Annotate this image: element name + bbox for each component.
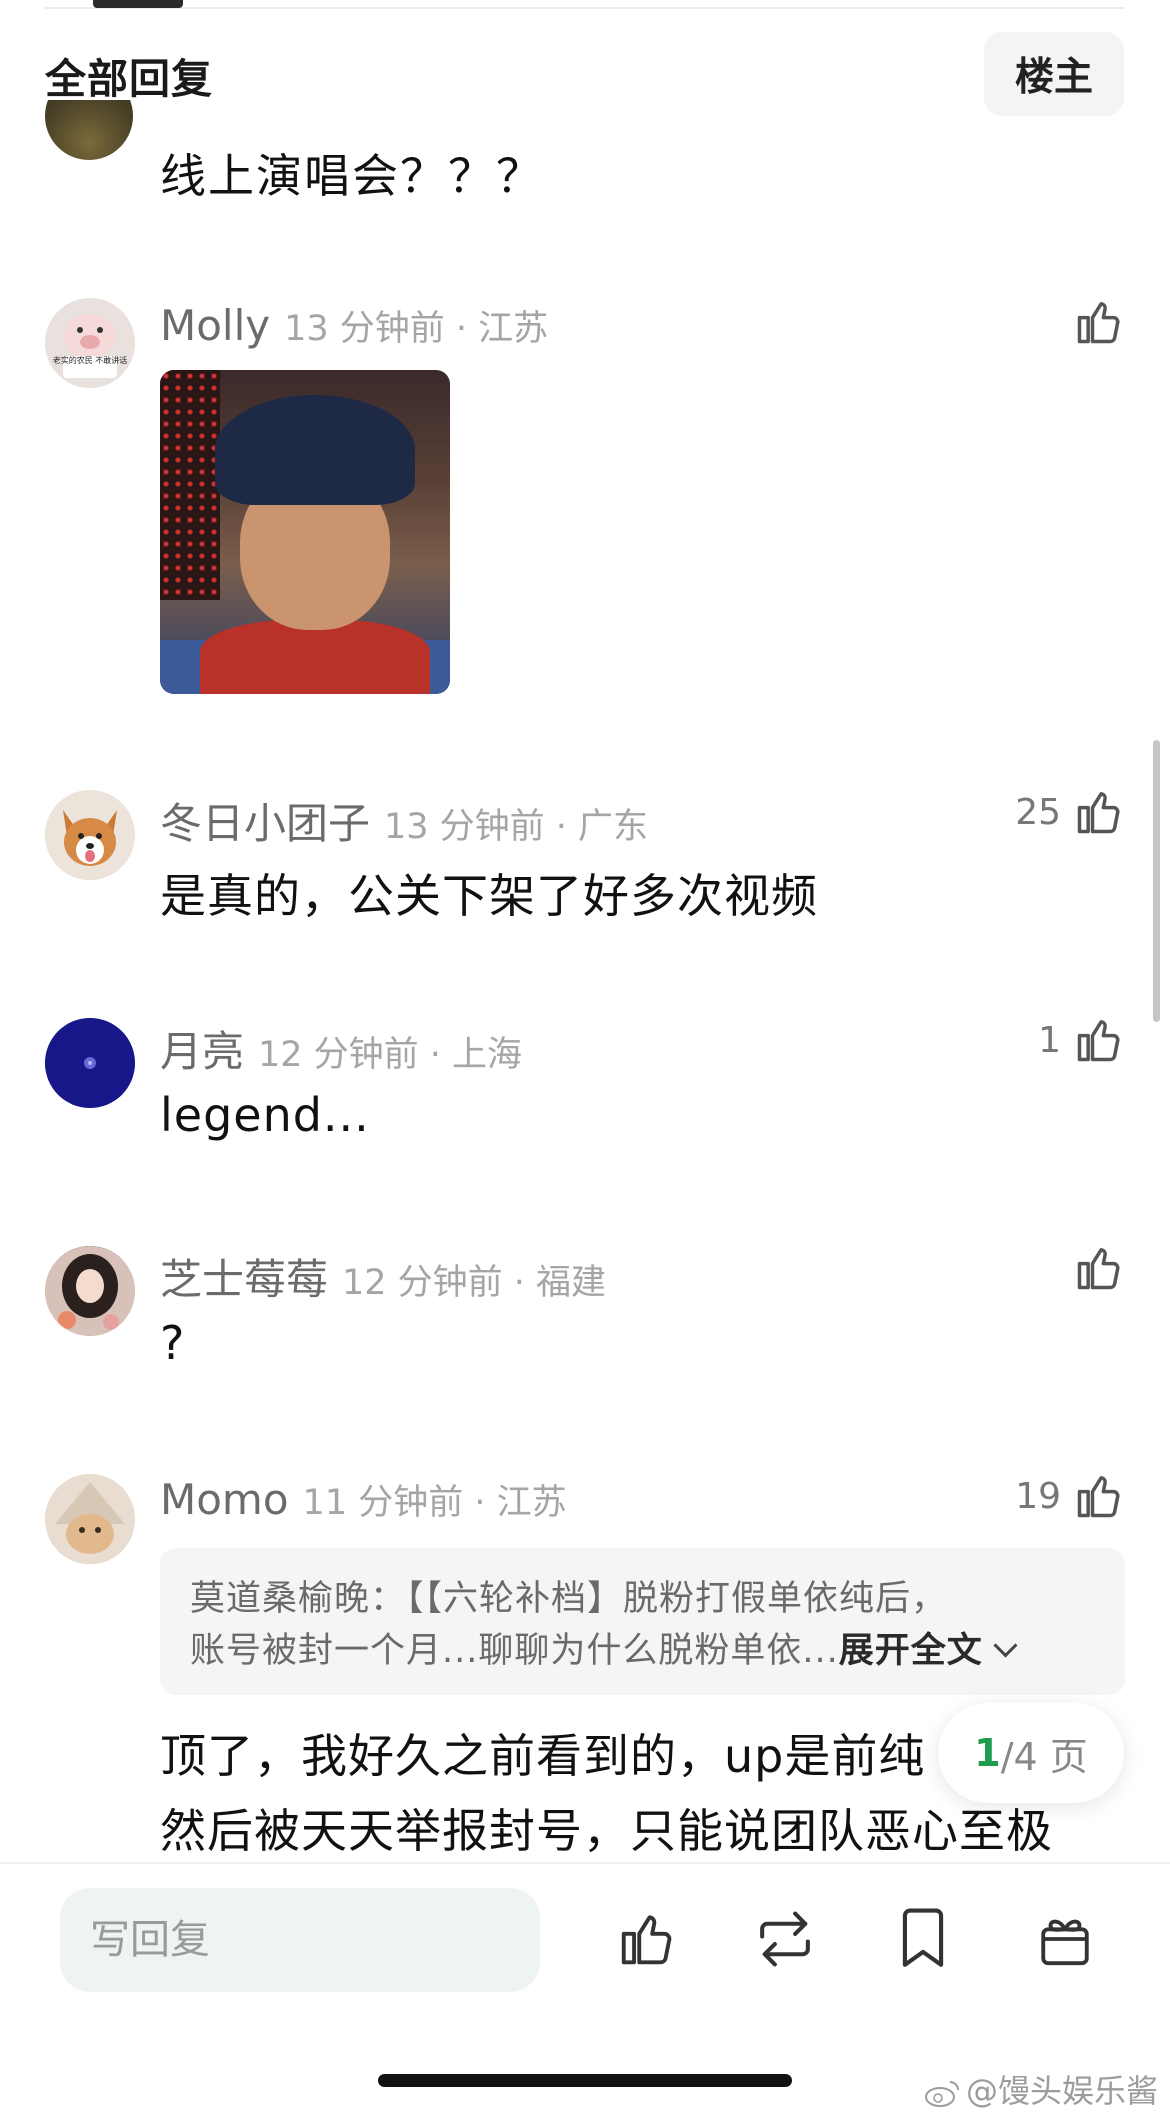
section-title: 全部回复 [45, 55, 213, 103]
thumbs-up-icon [1077, 1020, 1120, 1062]
girl-avatar-icon [45, 1246, 135, 1336]
comment-meta: Momo 11 分钟前 · 江苏 [160, 1474, 567, 1534]
reply-input[interactable] [60, 1888, 540, 1992]
like-count: 19 [1015, 1475, 1061, 1517]
thumbs-up-icon [1077, 1476, 1120, 1518]
avatar[interactable] [45, 790, 135, 880]
comment-image[interactable] [160, 370, 450, 694]
quote-line: 莫道桑榆晚：【【六轮补档】脱粉打假单依纯后， [190, 1579, 948, 1619]
flower-avatar-icon [45, 1018, 135, 1108]
thumbs-up-icon [1077, 1248, 1120, 1290]
like-button[interactable] [1061, 1242, 1125, 1294]
username[interactable]: 芝士莓莓 [160, 1246, 328, 1307]
username[interactable]: 月亮 [160, 1018, 244, 1079]
comment-text: 是真的，公关下架了好多次视频 [160, 869, 818, 923]
username[interactable]: Molly [160, 301, 270, 350]
avatar[interactable] [45, 1474, 135, 1564]
comment-text: legend... [160, 1088, 370, 1142]
like-icon[interactable] [612, 1904, 682, 1974]
avatar[interactable]: 老实的农民 不敢讲话 [45, 298, 135, 388]
active-tab-indicator [93, 0, 183, 8]
avatar-caption: 老实的农民 不敢讲话 [52, 356, 128, 365]
username[interactable]: Momo [160, 1475, 289, 1524]
comment-text: 然后被天天举报封号，只能说团队恶心至极 [160, 1804, 1053, 1858]
thumbs-up-icon [1077, 792, 1120, 834]
chevron-down-icon [993, 1633, 1018, 1658]
like-button[interactable]: 25 [1015, 786, 1125, 838]
avatar[interactable] [45, 1018, 135, 1108]
watermark: @馒头娱乐酱 [924, 2066, 1158, 2112]
avatar[interactable] [45, 100, 133, 160]
repost-icon[interactable] [750, 1904, 820, 1974]
scrollbar[interactable] [1153, 740, 1160, 1022]
bookmark-icon[interactable] [888, 1904, 958, 1974]
avatar[interactable] [45, 1246, 135, 1336]
quote-line: 账号被封一个月...聊聊为什么脱粉单依...展开全文 [190, 1622, 1018, 1673]
like-button[interactable]: 19 [1015, 1470, 1125, 1522]
comment-meta: Molly 13 分钟前 · 江苏 [160, 300, 548, 360]
home-indicator[interactable] [378, 2074, 792, 2087]
watermark-text: @馒头娱乐酱 [965, 2072, 1158, 2110]
weibo-logo-icon [924, 2081, 959, 2107]
time-location: 11 分钟前 · 江苏 [302, 1483, 567, 1523]
op-filter-button[interactable]: 楼主 [984, 32, 1124, 116]
comments-page: 全部回复 楼主 线上演唱会？？？ 老实的农民 不敢讲话 Molly 13 分钟前… [0, 0, 1170, 2114]
quoted-reply[interactable]: 莫道桑榆晚：【【六轮补档】脱粉打假单依纯后， 账号被封一个月...聊聊为什么脱粉… [160, 1548, 1125, 1695]
time-location: 13 分钟前 · 江苏 [284, 309, 549, 349]
top-divider [45, 7, 1125, 9]
corgi-avatar-icon [45, 790, 135, 880]
comment-text: 顶了，我好久之前看到的，up是前纯 [160, 1729, 926, 1783]
comment-text: ? [160, 1316, 186, 1370]
total-pages: /4 页 [1000, 1734, 1088, 1779]
comment-meta: 芝士莓莓 12 分钟前 · 福建 [160, 1246, 606, 1306]
expand-full-text-link[interactable]: 展开全文 [839, 1631, 983, 1671]
like-count: 1 [1038, 1019, 1061, 1061]
quote-line-text: 账号被封一个月...聊聊为什么脱粉单依... [190, 1631, 839, 1671]
comment-meta: 冬日小团子 13 分钟前 · 广东 [160, 790, 648, 850]
like-count: 25 [1015, 791, 1061, 833]
username[interactable]: 冬日小团子 [160, 790, 370, 851]
time-location: 13 分钟前 · 广东 [384, 807, 649, 847]
comment-meta: 月亮 12 分钟前 · 上海 [160, 1018, 522, 1078]
time-location: 12 分钟前 · 上海 [258, 1035, 523, 1075]
page-indicator[interactable]: 1/4 页 [938, 1703, 1124, 1803]
like-button[interactable]: 1 [1038, 1014, 1125, 1066]
cat-avatar-icon [45, 1474, 135, 1564]
comment-text: 线上演唱会？？？ [160, 149, 544, 203]
bottom-action-bar: @馒头娱乐酱 [0, 1862, 1170, 2114]
thumbs-up-icon [1077, 302, 1120, 344]
current-page: 1 [974, 1731, 1001, 1775]
time-location: 12 分钟前 · 福建 [342, 1263, 607, 1303]
gift-icon[interactable] [1030, 1904, 1100, 1974]
pig-avatar-icon [45, 298, 135, 388]
like-button[interactable] [1061, 296, 1125, 348]
